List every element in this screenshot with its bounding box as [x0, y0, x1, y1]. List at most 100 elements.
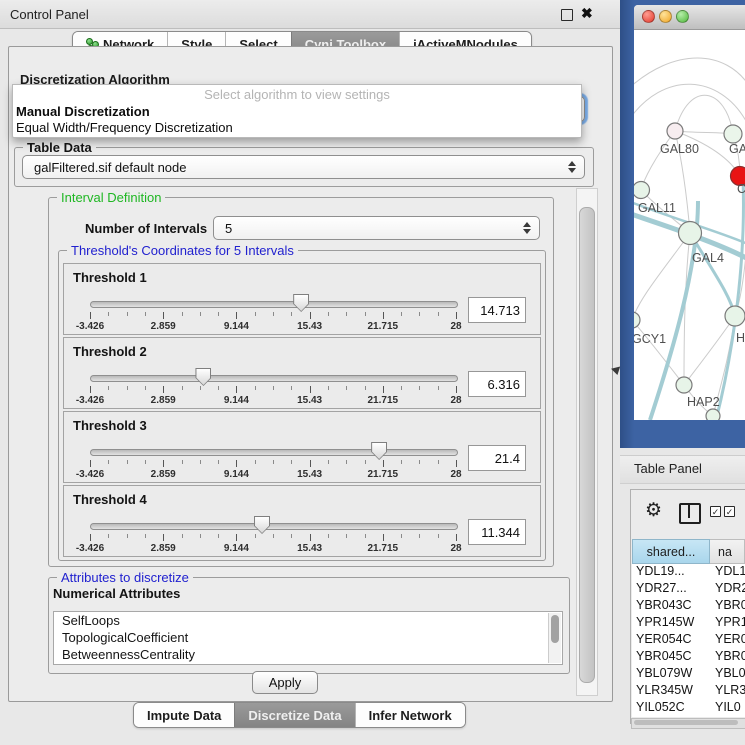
- checkbox-checked-icon[interactable]: ✓: [724, 506, 735, 517]
- attribute-item[interactable]: TopologicalCoefficient: [54, 629, 562, 646]
- table-row[interactable]: YER054C YER0: [632, 632, 745, 649]
- table-row[interactable]: YIL052C YIL0: [632, 700, 745, 717]
- zoom-traffic-light-icon[interactable]: [676, 10, 689, 23]
- checkbox-checked-icon[interactable]: ✓: [710, 506, 721, 517]
- apply-button[interactable]: Apply: [252, 671, 318, 694]
- threshold-slider[interactable]: -3.4262.8599.14415.4321.71528: [90, 296, 456, 332]
- bottom-tab-strip: Impute Data Discretize Data Infer Networ…: [133, 702, 466, 728]
- table-row[interactable]: YLR345W YLR3: [632, 683, 745, 700]
- slider-thumb[interactable]: [195, 368, 211, 386]
- network-node-unlabeled[interactable]: [706, 409, 720, 420]
- column-header-name[interactable]: na: [710, 539, 745, 564]
- table-row[interactable]: YDL19... YDL1: [632, 564, 745, 581]
- gear-icon[interactable]: ⚙: [645, 501, 662, 520]
- close-icon[interactable]: ✖: [581, 5, 593, 22]
- table-row[interactable]: YBR045C YBR0: [632, 649, 745, 666]
- slider-thumb[interactable]: [293, 294, 309, 312]
- threshold-value-input[interactable]: [468, 519, 526, 545]
- network-canvas[interactable]: GAL80GACGAL11GAL4GCY1HHAP2: [634, 29, 745, 420]
- slider-tick-labels: -3.4262.8599.14415.4321.71528: [90, 395, 456, 407]
- thresholds-group-label: Threshold's Coordinates for 5 Intervals: [67, 243, 298, 258]
- numerical-attributes-list[interactable]: SelfLoopsTopologicalCoefficientBetweenne…: [53, 611, 563, 665]
- attribute-item[interactable]: SelfLoops: [54, 612, 562, 629]
- threshold-panel: Threshold 3 -3.4262.8599.14415.4321.7152…: [63, 411, 541, 483]
- network-node-label: H: [736, 331, 745, 345]
- num-intervals-label: Number of Intervals: [85, 221, 207, 236]
- attributes-list-scrollbar[interactable]: [548, 613, 561, 663]
- tab-impute-data[interactable]: Impute Data: [134, 703, 234, 727]
- slider-tick-labels: -3.4262.8599.14415.4321.71528: [90, 469, 456, 481]
- float-window-icon[interactable]: [561, 9, 573, 21]
- network-node-GA[interactable]: [724, 125, 742, 143]
- slider-ticks: [90, 312, 456, 320]
- slider-track[interactable]: [90, 375, 458, 382]
- table-row[interactable]: YPR145W YPR1: [632, 615, 745, 632]
- network-node-H[interactable]: [725, 306, 745, 326]
- network-edge[interactable]: [684, 233, 690, 385]
- split-columns-icon[interactable]: [679, 503, 701, 524]
- threshold-value-input[interactable]: [468, 371, 526, 397]
- thresholds-group: Threshold's Coordinates for 5 Intervals …: [58, 250, 546, 561]
- network-node-label: HAP2: [687, 395, 720, 409]
- num-intervals-combo[interactable]: 5: [213, 216, 540, 240]
- network-edge[interactable]: [675, 95, 733, 134]
- column-header-shared[interactable]: shared...: [632, 539, 710, 564]
- table-row[interactable]: YBL079W YBL0: [632, 666, 745, 683]
- network-window-titlebar: [634, 5, 745, 30]
- threshold-panel: Threshold 2 -3.4262.8599.14415.4321.7152…: [63, 337, 541, 409]
- interval-definition-label: Interval Definition: [57, 190, 165, 205]
- threshold-slider[interactable]: -3.4262.8599.14415.4321.71528: [90, 444, 456, 480]
- num-intervals-value: 5: [225, 221, 232, 236]
- tab-discretize-data[interactable]: Discretize Data: [234, 703, 354, 727]
- slider-thumb[interactable]: [371, 442, 387, 460]
- network-node-GAL4[interactable]: [679, 222, 702, 245]
- close-traffic-light-icon[interactable]: [642, 10, 655, 23]
- network-edge[interactable]: [641, 131, 675, 190]
- threshold-label: Threshold 2: [73, 344, 147, 359]
- network-node-HAP2[interactable]: [676, 377, 692, 393]
- network-node-label: C: [737, 182, 745, 196]
- network-window: GAL80GACGAL11GAL4GCY1HHAP2: [634, 5, 745, 420]
- table-header-row: shared... na: [632, 539, 745, 564]
- mouse-cursor: [610, 364, 620, 375]
- threshold-value-input[interactable]: [468, 445, 526, 471]
- tab-infer-network[interactable]: Infer Network: [355, 703, 465, 727]
- threshold-slider[interactable]: -3.4262.8599.14415.4321.71528: [90, 518, 456, 554]
- slider-tick-labels: -3.4262.8599.14415.4321.71528: [90, 543, 456, 555]
- network-node-GAL80[interactable]: [667, 123, 683, 139]
- table-body: YDL19... YDL1 YDR27... YDR2 YBR043C YBR0…: [632, 564, 745, 717]
- algorithm-option-equal-width[interactable]: Equal Width/Frequency Discretization: [13, 120, 581, 136]
- slider-track[interactable]: [90, 523, 458, 530]
- slider-tick-labels: -3.4262.8599.14415.4321.71528: [90, 321, 456, 333]
- attribute-item[interactable]: BetweennessCentrality: [54, 646, 562, 663]
- slider-track[interactable]: [90, 449, 458, 456]
- table-data-combo[interactable]: galFiltered.sif default node: [22, 155, 585, 179]
- algorithm-dropdown-popup: Select algorithm to view settings Manual…: [12, 84, 582, 138]
- minimize-traffic-light-icon[interactable]: [659, 10, 672, 23]
- algorithm-option-manual[interactable]: Manual Discretization: [13, 104, 581, 120]
- threshold-slider[interactable]: -3.4262.8599.14415.4321.71528: [90, 370, 456, 406]
- threshold-label: Threshold 3: [73, 418, 147, 433]
- slider-ticks: [90, 534, 456, 542]
- combo-stepper-icon: [523, 222, 531, 234]
- threshold-label: Threshold 4: [73, 492, 147, 507]
- slider-ticks: [90, 386, 456, 394]
- slider-thumb[interactable]: [254, 516, 270, 534]
- table-horizontal-scrollbar[interactable]: [631, 718, 745, 729]
- panel-vertical-scrollbar[interactable]: [576, 188, 598, 696]
- network-node-label: GAL11: [638, 201, 676, 215]
- network-node-label: GAL4: [692, 251, 724, 265]
- control-panel-title: Control Panel: [10, 7, 89, 22]
- network-node-GAL11[interactable]: [634, 182, 650, 199]
- network-node-GCY1[interactable]: [634, 312, 640, 328]
- combo-stepper-icon: [568, 161, 576, 173]
- slider-track[interactable]: [90, 301, 458, 308]
- table-row[interactable]: YDR27... YDR2: [632, 581, 745, 598]
- attributes-group: Attributes to discretize Numerical Attri…: [48, 577, 570, 674]
- control-panel-titlebar: [0, 0, 620, 29]
- threshold-value-input[interactable]: [468, 297, 526, 323]
- table-row[interactable]: YBR043C YBR0: [632, 598, 745, 615]
- slider-ticks: [90, 460, 456, 468]
- numerical-attributes-label: Numerical Attributes: [53, 586, 180, 601]
- table-data-group-label: Table Data: [23, 140, 96, 155]
